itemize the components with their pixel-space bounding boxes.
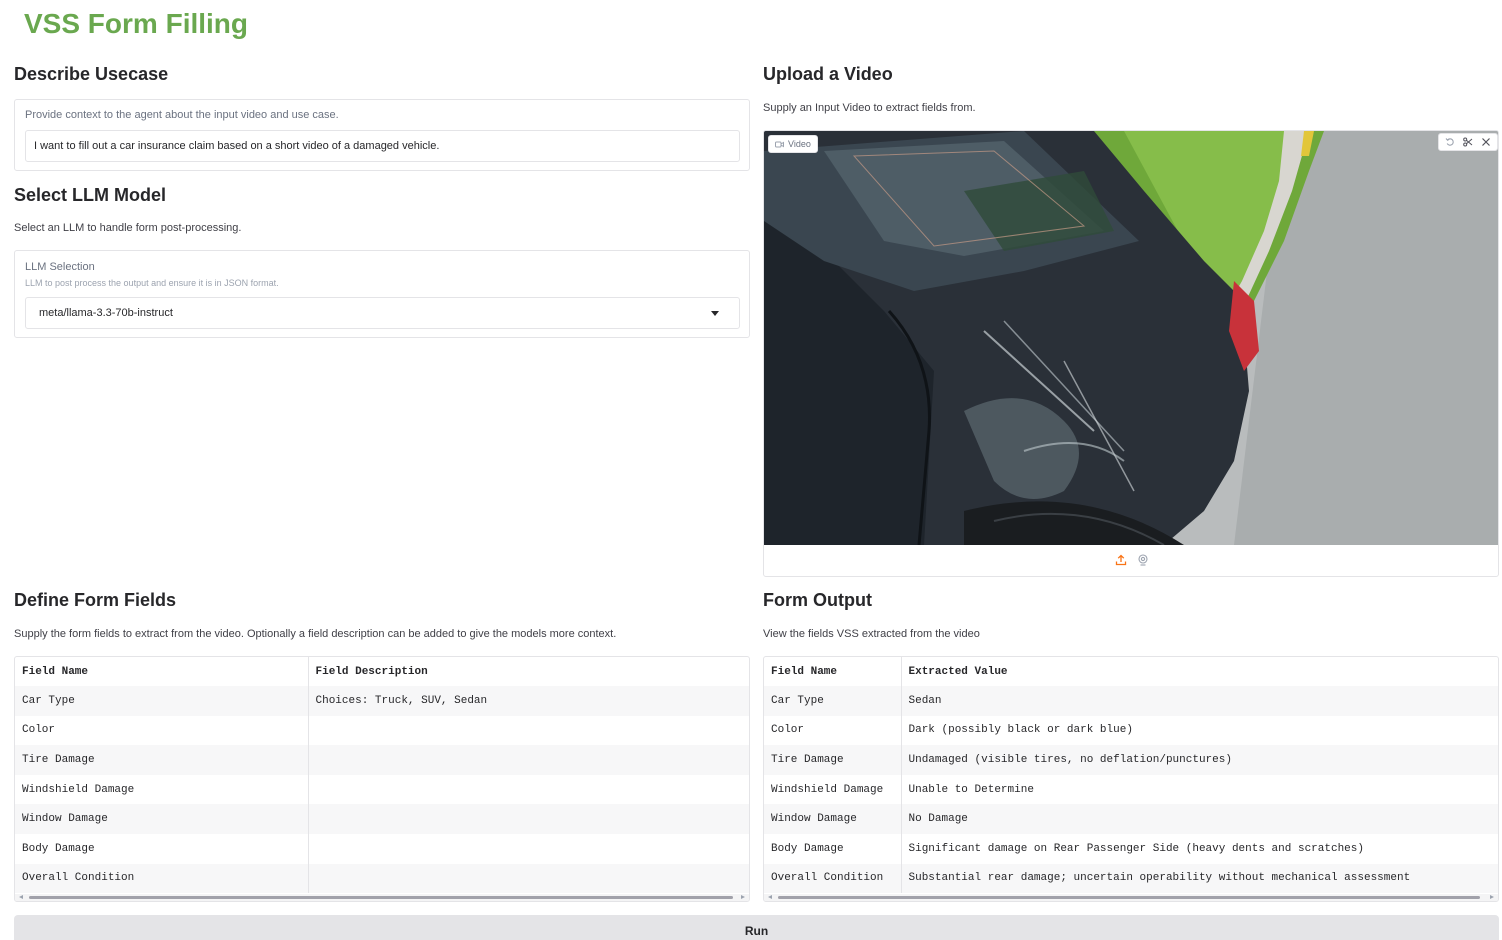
table-row: Overall Condition Substantial rear damage…: [764, 863, 1498, 894]
app-title: VSS Form Filling: [24, 8, 249, 39]
llm-label: LLM Selection: [25, 261, 95, 273]
upload-icon[interactable]: [1115, 553, 1127, 571]
field-name-cell[interactable]: Tire Damage: [15, 745, 309, 775]
table-row[interactable]: Window Damage: [15, 804, 749, 834]
extracted-value-cell: Sedan: [908, 694, 942, 707]
field-name-cell: Window Damage: [764, 804, 902, 834]
scroll-right-icon[interactable]: [1490, 895, 1494, 899]
field-name-cell[interactable]: Car Type: [15, 686, 309, 716]
video-source-bar: [764, 545, 1498, 576]
webcam-icon[interactable]: [1137, 553, 1149, 571]
extracted-value-cell: Dark (possibly black or dark blue): [908, 724, 1133, 737]
table-row[interactable]: Body Damage: [15, 833, 749, 864]
table-row[interactable]: Overall Condition: [15, 863, 749, 894]
table-row[interactable]: Car Type Choices: Truck, SUV, Sedan: [15, 686, 749, 716]
llm-info: LLM to post process the output and ensur…: [25, 278, 279, 288]
column-header-field-name[interactable]: Field Name: [15, 657, 309, 686]
table-row: Tire Damage Undamaged (visible tires, no …: [764, 745, 1498, 775]
field-description-cell[interactable]: [308, 716, 749, 746]
table-row: Windshield Damage Unable to Determine: [764, 774, 1498, 805]
horizontal-scrollbar[interactable]: [764, 894, 1498, 901]
column-header-field-description[interactable]: Field Description: [308, 657, 749, 686]
usecase-input[interactable]: I want to fill out a car insurance claim…: [25, 130, 740, 162]
fields-description: Supply the form fields to extract from t…: [14, 628, 617, 640]
field-name-cell: Windshield Damage: [764, 774, 902, 805]
chevron-down-icon[interactable]: [711, 311, 719, 316]
field-name-cell[interactable]: Overall Condition: [15, 863, 309, 894]
table-row: Body Damage Significant damage on Rear Pa…: [764, 833, 1498, 864]
table-row: Car Type Sedan: [764, 686, 1498, 716]
close-icon[interactable]: [1478, 135, 1494, 149]
video-chip: Video: [768, 135, 818, 153]
column-header-field-name[interactable]: Field Name: [764, 657, 902, 686]
video-player[interactable]: Video: [763, 130, 1499, 577]
field-name-cell: Car Type: [764, 686, 902, 716]
table-row[interactable]: Color: [15, 715, 749, 746]
undo-icon[interactable]: [1442, 135, 1458, 149]
field-name-cell[interactable]: Windshield Damage: [15, 774, 309, 805]
table-row[interactable]: Windshield Damage: [15, 774, 749, 805]
field-name-cell: Body Damage: [764, 833, 902, 864]
usecase-block: Provide context to the agent about the i…: [14, 99, 750, 171]
field-name-cell: Tire Damage: [764, 745, 902, 775]
output-table[interactable]: Field Name Extracted Value Car Type Sedan…: [763, 656, 1499, 902]
extracted-value-cell: Significant damage on Rear Passenger Sid…: [908, 842, 1364, 855]
video-actions: [1438, 133, 1498, 151]
video-description: Supply an Input Video to extract fields …: [763, 102, 976, 114]
scissors-icon[interactable]: [1460, 135, 1476, 149]
horizontal-scrollbar[interactable]: [15, 894, 749, 901]
damaged-car-frame: [764, 131, 1498, 545]
field-description-cell[interactable]: [308, 775, 749, 805]
extracted-value-cell: Unable to Determine: [908, 783, 1034, 796]
table-row: Window Damage No Damage: [764, 804, 1498, 834]
field-description-cell[interactable]: [308, 745, 749, 775]
video-preview[interactable]: Video: [764, 131, 1498, 545]
extracted-value-cell: Substantial rear damage; uncertain opera…: [908, 872, 1411, 885]
scroll-left-icon[interactable]: [768, 895, 772, 899]
extracted-value-cell: No Damage: [908, 813, 968, 826]
field-description-cell[interactable]: [308, 864, 749, 894]
fields-table[interactable]: Field Name Field Description Car Type Cho…: [14, 656, 750, 902]
field-name-cell[interactable]: Body Damage: [15, 833, 309, 864]
field-name-cell: Overall Condition: [764, 863, 902, 894]
scroll-right-icon[interactable]: [741, 895, 745, 899]
run-button[interactable]: Run: [14, 915, 1499, 940]
scroll-left-icon[interactable]: [19, 895, 23, 899]
usecase-heading: Describe Usecase: [14, 64, 169, 84]
table-row: Color Dark (possibly black or dark blue): [764, 715, 1498, 746]
field-name-cell[interactable]: Color: [15, 715, 309, 746]
column-header-extracted-value[interactable]: Extracted Value: [901, 657, 1498, 686]
output-heading: Form Output: [763, 590, 872, 610]
field-description-cell[interactable]: Choices: Truck, SUV, Sedan: [308, 686, 749, 716]
llm-heading: Select LLM Model: [14, 185, 167, 205]
scrollbar-thumb[interactable]: [29, 896, 733, 899]
llm-description: Select an LLM to handle form post-proces…: [14, 222, 242, 234]
output-description: View the fields VSS extracted from the v…: [763, 628, 980, 640]
extracted-value-cell: Undamaged (visible tires, no deflation/p…: [908, 753, 1232, 766]
video-heading: Upload a Video: [763, 64, 893, 84]
llm-block: LLM Selection LLM to post process the ou…: [14, 250, 750, 338]
video-camera-icon: [775, 141, 784, 147]
field-description-cell[interactable]: [308, 834, 749, 864]
usecase-label: Provide context to the agent about the i…: [25, 109, 339, 121]
llm-dropdown[interactable]: meta/llama-3.3-70b-instruct: [25, 297, 740, 329]
llm-selected-value: meta/llama-3.3-70b-instruct: [39, 307, 173, 319]
scrollbar-thumb[interactable]: [778, 896, 1480, 899]
field-description-cell[interactable]: [308, 804, 749, 834]
field-name-cell[interactable]: Window Damage: [15, 804, 309, 834]
fields-heading: Define Form Fields: [14, 590, 177, 610]
video-chip-label: Video: [788, 139, 811, 149]
table-row[interactable]: Tire Damage: [15, 745, 749, 775]
field-name-cell: Color: [764, 715, 902, 746]
